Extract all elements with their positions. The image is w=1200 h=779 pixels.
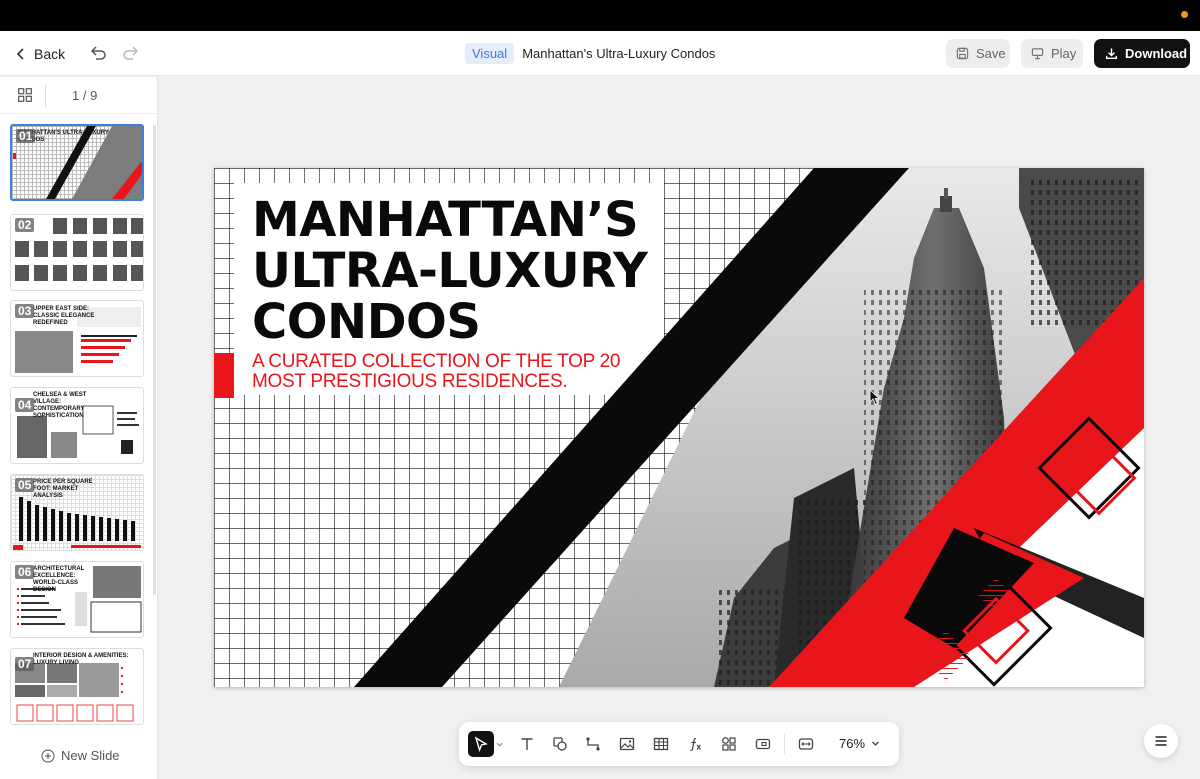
thumbnail-title: CHELSEA & WEST VILLAGE: CONTEMPORARY SOP… [33,392,87,419]
window-top-bar [0,0,1200,31]
bottom-toolbar: 76% [459,722,899,766]
thumbnail-title: ARCHITECTURAL EXCELLENCE: WORLD-CLASS DE… [33,566,85,593]
slide-thumbnail-4[interactable]: CHELSEA & WEST VILLAGE: CONTEMPORARY SOP… [10,387,144,464]
slide-canvas[interactable]: MANHATTAN’S ULTRA-LUXURY CONDOS A CURATE… [214,168,1144,687]
notification-dot [1181,11,1188,18]
document-title-group: Visual Manhattan's Ultra-Luxury Condos [465,42,715,64]
slide-thumbnail-6[interactable]: ARCHITECTURAL EXCELLENCE: WORLD-CLASS DE… [10,561,144,638]
media-tool[interactable] [751,732,775,756]
document-title[interactable]: Manhattan's Ultra-Luxury Condos [522,46,715,61]
mouse-cursor-icon [869,389,881,406]
grid-view-icon[interactable] [18,88,32,102]
fit-tool[interactable] [794,732,818,756]
pointer-icon [474,736,488,752]
save-label: Save [976,46,1006,61]
play-label: Play [1051,46,1077,61]
save-button[interactable]: Save [946,39,1010,68]
toolbar-divider [784,734,785,754]
back-button[interactable]: Back [16,43,65,65]
slide-thumbnail-7[interactable]: INTERIOR DESIGN & AMENITIES: LUXURY LIVI… [10,648,144,725]
fit-icon [798,738,814,750]
formula-tool[interactable] [683,732,707,756]
formula-icon [690,737,701,751]
thumbnail-number: 06 [15,565,35,579]
image-icon [619,737,635,751]
slide-thumbnail-5[interactable]: PRICE PER SQUARE FOOT: MARKET ANALYSIS 0… [10,474,144,551]
zoom-value: 76% [839,736,866,751]
sidebar-toolbar: 1 / 9 [0,77,158,114]
editor-header: Back Visual Manhattan's Ultra-Luxury Con… [0,31,1200,76]
thumbnail-number: 03 [15,304,35,318]
sidebar-scrollbar[interactable] [153,125,156,595]
new-slide-button[interactable]: New Slide [41,748,120,763]
hamburger-icon [1155,736,1167,746]
new-slide-label: New Slide [61,748,120,763]
components-icon [722,737,736,751]
connector-icon [586,737,600,751]
download-icon [1105,48,1118,60]
chevron-down-icon[interactable] [496,741,503,748]
menu-button[interactable] [1144,724,1178,758]
play-button[interactable]: Play [1021,39,1083,68]
table-tool[interactable] [649,732,673,756]
page-counter: 1 / 9 [72,88,98,103]
thumbnail-number: 02 [15,218,35,232]
thumbnail-title: PRICE PER SQUARE FOOT: MARKET ANALYSIS [33,479,93,499]
slide-subtitle[interactable]: A CURATED COLLECTION OF THE TOP 20 MOST … [252,352,620,392]
presentation-icon [1031,48,1044,60]
download-label: Download [1125,46,1188,61]
media-icon [755,738,771,750]
sidebar-divider [45,85,46,107]
chevron-left-icon [16,48,24,60]
slide-title[interactable]: MANHATTAN’S ULTRA-LUXURY CONDOS [252,195,648,348]
thumbnail-number: 04 [15,398,35,412]
thumbnail-number: 07 [15,657,35,671]
back-label: Back [34,46,66,62]
text-icon [521,738,533,750]
undo-icon[interactable] [88,43,108,63]
thumbnail-number: 05 [15,478,35,492]
select-tool[interactable] [468,731,494,757]
slide-thumbnail-3[interactable]: UPPER EAST SIDE: CLASSIC ELEGANCE REDEFI… [10,300,144,377]
slides-sidebar: 1 / 9 MANHATTAN'S ULTRA-LUXURY CONDOS 01… [0,77,158,779]
table-icon [653,737,669,751]
shape-tool[interactable] [548,732,572,756]
plus-circle-icon [41,748,55,763]
image-tool[interactable] [615,732,639,756]
download-button[interactable]: Download [1094,39,1190,68]
slide-thumbnail-2[interactable]: 02 [10,214,144,291]
thumbnail-title: UPPER EAST SIDE: CLASSIC ELEGANCE REDEFI… [33,306,95,326]
thumbnail-number: 01 [16,129,36,143]
visual-badge[interactable]: Visual [465,42,515,64]
components-tool[interactable] [717,732,741,756]
shape-icon [553,737,567,751]
slide-thumbnail-1[interactable]: MANHATTAN'S ULTRA-LUXURY CONDOS 01 [10,124,144,201]
connector-tool[interactable] [581,732,605,756]
redo-icon[interactable] [121,43,141,63]
save-icon [956,47,969,60]
chevron-down-icon [872,741,879,746]
zoom-dropdown[interactable]: 76% [839,736,880,751]
text-tool[interactable] [515,732,539,756]
thumbnail-title: INTERIOR DESIGN & AMENITIES: LUXURY LIVI… [33,653,129,666]
